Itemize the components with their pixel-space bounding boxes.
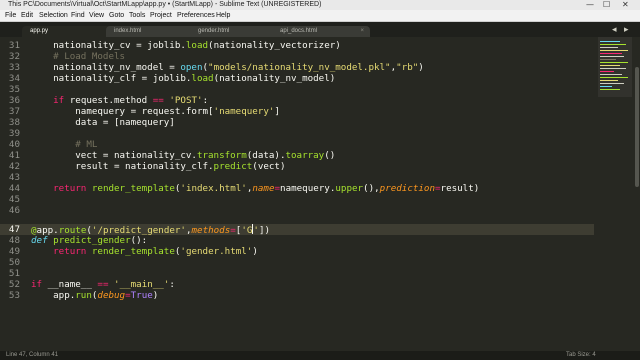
title-bar: This PC\Documents\Virtual\Oct\StartMLapp…: [0, 0, 640, 10]
line-number: 48: [8, 235, 20, 246]
line-number: 46: [8, 205, 20, 216]
code-line: vect = nationality_cv.transform(data).to…: [31, 150, 336, 161]
editor[interactable]: 31 32 33 34 35 36 37 38 39 40 41 42 43 4…: [0, 37, 640, 351]
status-bar: Line 47, Column 41 Tab Size: 4: [0, 351, 640, 360]
chevron-left-icon[interactable]: ◂: [612, 25, 617, 35]
tab-label: gender.html: [198, 28, 230, 34]
line-number: 51: [8, 268, 20, 279]
line-number: 36: [8, 95, 20, 106]
menu-goto[interactable]: Goto: [109, 10, 124, 21]
line-number: 39: [8, 128, 20, 139]
tab-label: index.html: [114, 28, 142, 34]
chevron-right-icon[interactable]: ▸: [624, 25, 629, 35]
line-number: 43: [8, 172, 20, 183]
code-line: nationality_nv_model = open("models/nati…: [31, 62, 424, 73]
code-line: data = [namequery]: [31, 117, 175, 128]
menu-bar: File Edit Selection Find View Goto Tools…: [0, 10, 640, 22]
menu-find[interactable]: Find: [71, 10, 85, 21]
menu-file[interactable]: File: [5, 10, 16, 21]
tab-close-icon[interactable]: ×: [352, 26, 364, 37]
line-number: 34: [8, 73, 20, 84]
menu-view[interactable]: View: [89, 10, 104, 21]
line-number: 52: [8, 279, 20, 290]
menu-selection[interactable]: Selection: [39, 10, 68, 21]
line-number: 40: [8, 139, 20, 150]
line-number: 33: [8, 62, 20, 73]
line-number: 44: [8, 183, 20, 194]
tab-api-docs-html[interactable]: api_docs.html ×: [272, 26, 370, 37]
line-number: 41: [8, 150, 20, 161]
code-line: result = nationality_clf.predict(vect): [31, 161, 286, 172]
tab-bar: app.py × index.html × gender.html × api_…: [0, 22, 640, 37]
line-number: 45: [8, 194, 20, 205]
tab-label: app.py: [30, 28, 49, 34]
vertical-scrollbar[interactable]: [634, 37, 640, 351]
line-number: 31: [8, 40, 20, 51]
code-line: if request.method == 'POST':: [53, 95, 209, 106]
line-number: 42: [8, 161, 20, 172]
code-line: nationality_clf = joblib.load(nationalit…: [31, 73, 336, 84]
code-line: def predict_gender():: [31, 235, 148, 246]
cursor-position: Line 47, Column 41: [6, 352, 59, 358]
line-number: 50: [8, 257, 20, 268]
code-line: return render_template('index.html',name…: [53, 183, 480, 194]
close-icon[interactable]: ✕: [622, 0, 629, 10]
code-line: return render_template('gender.html'): [53, 246, 258, 257]
line-number: 35: [8, 84, 20, 95]
menu-help[interactable]: Help: [216, 10, 230, 21]
code-line: namequery = request.form['namequery']: [31, 106, 280, 117]
maximize-icon[interactable]: ☐: [603, 0, 610, 10]
line-number: 49: [8, 246, 20, 257]
tab-size[interactable]: Tab Size: 4: [566, 351, 596, 360]
code-line: if __name__ == '__main__':: [31, 279, 175, 290]
code-line: # ML: [75, 139, 98, 150]
menu-edit[interactable]: Edit: [21, 10, 33, 21]
code-line: app.run(debug=True): [31, 290, 159, 301]
line-number: 53: [8, 290, 20, 301]
line-number-current: 47: [8, 224, 20, 235]
code-line: nationality_cv = joblib.load(nationality…: [31, 40, 341, 51]
code-line: # Load Models: [53, 51, 126, 62]
scrollbar-thumb[interactable]: [635, 67, 639, 187]
line-number: 37: [8, 106, 20, 117]
tab-label: api_docs.html: [280, 28, 318, 34]
menu-project[interactable]: Project: [150, 10, 172, 21]
line-number: 38: [8, 117, 20, 128]
menu-preferences[interactable]: Preferences: [177, 10, 215, 21]
menu-tools[interactable]: Tools: [129, 10, 145, 21]
minimap[interactable]: [598, 37, 632, 107]
minimize-icon[interactable]: —: [586, 0, 594, 10]
window-title: This PC\Documents\Virtual\Oct\StartMLapp…: [8, 1, 322, 8]
line-number: 32: [8, 51, 20, 62]
